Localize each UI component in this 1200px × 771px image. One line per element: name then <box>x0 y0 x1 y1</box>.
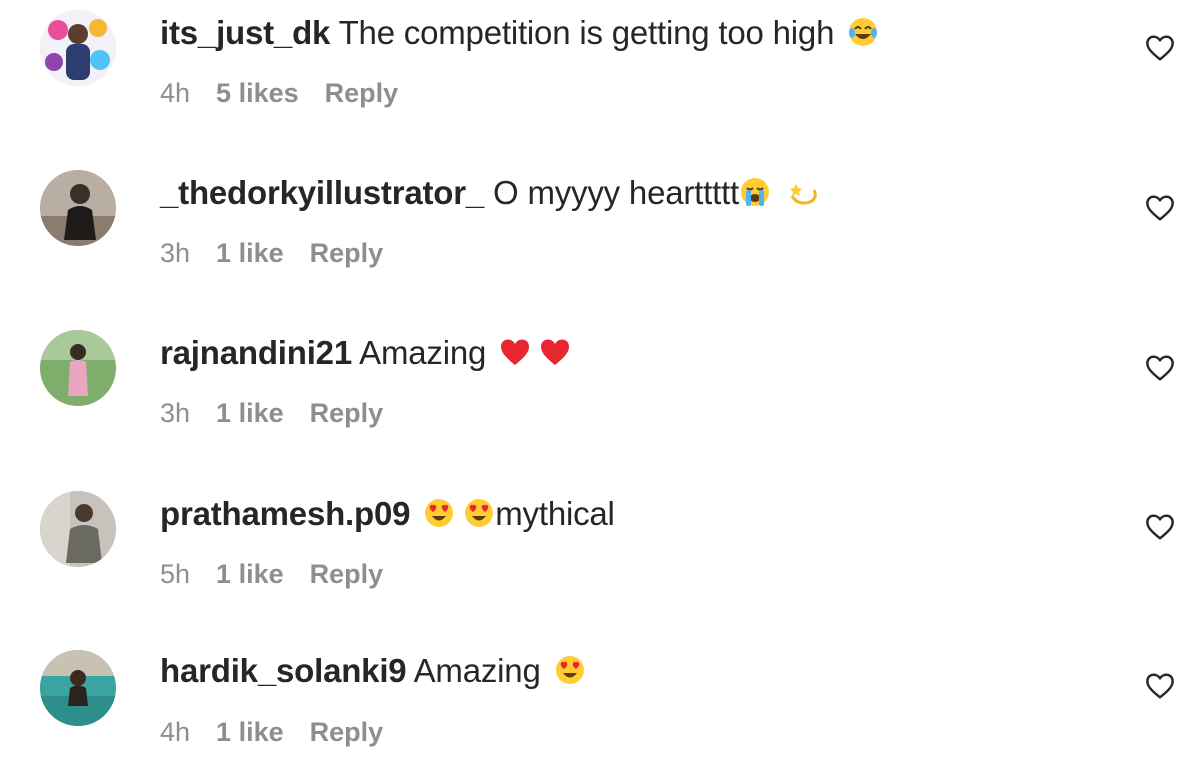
comment-time: 4h <box>160 78 191 108</box>
dizzy-icon <box>788 176 820 208</box>
comment-likes[interactable]: 1 like <box>216 559 284 589</box>
avatar[interactable] <box>40 170 116 246</box>
reply-button[interactable]: Reply <box>310 398 384 428</box>
red-heart-icon <box>499 336 531 368</box>
comment-meta: 4h 1 like Reply <box>160 716 409 748</box>
comment-time: 4h <box>160 717 191 747</box>
comment-item: _thedorkyillustrator_ O myyyy hearttttt … <box>0 160 1200 280</box>
comment-body: O myyyy hearttttt <box>493 174 740 211</box>
reply-button[interactable]: Reply <box>310 559 384 589</box>
comment-text: rajnandini21 Amazing <box>160 333 575 373</box>
comment-meta: 3h 1 like Reply <box>160 397 409 429</box>
heart-eyes-icon <box>423 497 455 529</box>
reply-button[interactable]: Reply <box>310 238 384 268</box>
comment-list: its_just_dk The competition is getting t… <box>0 0 1200 771</box>
comment-likes[interactable]: 1 like <box>216 717 284 747</box>
comment-meta: 4h 5 likes Reply <box>160 77 424 109</box>
comment-text: its_just_dk The competition is getting t… <box>160 13 883 53</box>
heart-eyes-icon <box>463 497 495 529</box>
reply-button[interactable]: Reply <box>310 717 384 747</box>
heart-eyes-icon <box>554 654 586 686</box>
comment-body: Amazing <box>413 652 541 689</box>
avatar[interactable] <box>40 650 116 726</box>
comment-body: Amazing <box>359 334 487 371</box>
avatar[interactable] <box>40 491 116 567</box>
red-heart-icon <box>539 336 571 368</box>
comment-likes[interactable]: 5 likes <box>216 78 299 108</box>
comment-text: hardik_solanki9 Amazing <box>160 651 590 691</box>
comment-body: mythical <box>495 495 615 532</box>
comment-username[interactable]: _thedorkyillustrator_ <box>160 174 484 211</box>
heart-outline-icon[interactable] <box>1144 511 1176 543</box>
reply-button[interactable]: Reply <box>325 78 399 108</box>
heart-outline-icon[interactable] <box>1144 32 1176 64</box>
comment-username[interactable]: its_just_dk <box>160 14 330 51</box>
comment-meta: 5h 1 like Reply <box>160 558 409 590</box>
comment-item: its_just_dk The competition is getting t… <box>0 0 1200 120</box>
comment-likes[interactable]: 1 like <box>216 398 284 428</box>
comment-time: 5h <box>160 559 191 589</box>
loudly-crying-icon <box>739 176 771 208</box>
avatar[interactable] <box>40 10 116 86</box>
comment-username[interactable]: prathamesh.p09 <box>160 495 410 532</box>
comment-text: _thedorkyillustrator_ O myyyy hearttttt <box>160 173 824 213</box>
comment-time: 3h <box>160 398 191 428</box>
comment-username[interactable]: hardik_solanki9 <box>160 652 407 689</box>
comment-likes[interactable]: 1 like <box>216 238 284 268</box>
comment-username[interactable]: rajnandini21 <box>160 334 352 371</box>
heart-outline-icon[interactable] <box>1144 192 1176 224</box>
heart-outline-icon[interactable] <box>1144 670 1176 702</box>
comment-item: hardik_solanki9 Amazing 4h 1 like Reply <box>0 640 1200 760</box>
comment-item: rajnandini21 Amazing 3h 1 like Reply <box>0 320 1200 440</box>
comment-text: prathamesh.p09 mythical <box>160 494 615 534</box>
comment-body: The competition is getting too high <box>338 14 835 51</box>
comment-time: 3h <box>160 238 191 268</box>
comment-item: prathamesh.p09 mythical 5h 1 like Reply <box>0 481 1200 601</box>
comment-meta: 3h 1 like Reply <box>160 237 409 269</box>
avatar[interactable] <box>40 330 116 406</box>
heart-outline-icon[interactable] <box>1144 352 1176 384</box>
tears-of-joy-icon <box>847 16 879 48</box>
